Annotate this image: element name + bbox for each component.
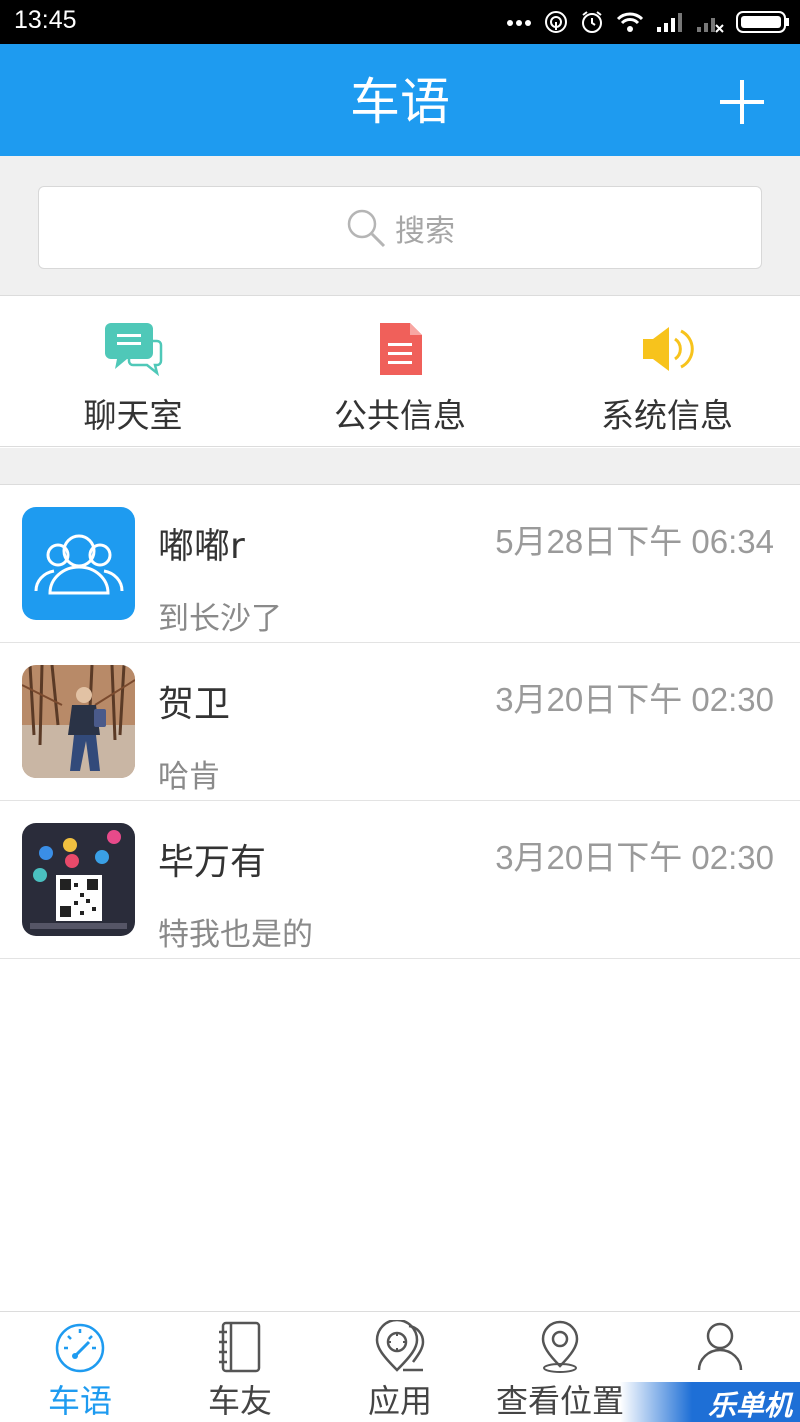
group-avatar bbox=[22, 507, 135, 620]
chat-preview: 特我也是的 bbox=[158, 917, 313, 953]
chat-item[interactable]: 毕万有 3月20日下午 02:30 特我也是的 bbox=[0, 801, 800, 959]
tab-label: 应用 bbox=[367, 1382, 432, 1420]
system-info-label: 系统信息 bbox=[601, 396, 733, 435]
alarm-icon bbox=[582, 11, 602, 33]
status-icons bbox=[506, 8, 790, 36]
chat-item[interactable]: 贺卫 3月20日下午 02:30 哈肯 bbox=[0, 643, 800, 801]
chat-time: 5月28日下午 06:34 bbox=[495, 523, 774, 560]
add-button[interactable] bbox=[718, 78, 766, 126]
map-pin-icon bbox=[541, 1320, 579, 1373]
location-apps-icon bbox=[375, 1320, 425, 1372]
tab-label: 车友 bbox=[207, 1382, 272, 1420]
chat-room-shortcut[interactable]: 聊天室 bbox=[0, 297, 266, 447]
tab-cheyu[interactable]: 车语 bbox=[0, 1312, 160, 1422]
system-info-shortcut[interactable]: 系统信息 bbox=[534, 297, 800, 447]
signal-icon bbox=[657, 13, 682, 32]
chat-name: 贺卫 bbox=[158, 684, 231, 725]
chat-time: 3月20日下午 02:30 bbox=[495, 839, 774, 876]
search-placeholder: 搜索 bbox=[395, 213, 455, 249]
chat-item[interactable]: 嘟嘟r 5月28日下午 06:34 到长沙了 bbox=[0, 485, 800, 643]
app-header: 车语 bbox=[0, 44, 800, 156]
tab-label: 车语 bbox=[47, 1382, 112, 1420]
search-area: 搜索 bbox=[0, 156, 800, 296]
chat-bubble-icon bbox=[105, 323, 163, 377]
chat-time: 3月20日下午 02:30 bbox=[495, 681, 774, 718]
chat-preview: 哈肯 bbox=[158, 759, 220, 795]
search-input[interactable]: 搜索 bbox=[38, 186, 762, 269]
chat-room-label: 聊天室 bbox=[83, 396, 183, 435]
qr-avatar bbox=[22, 823, 135, 936]
battery-icon bbox=[736, 11, 789, 33]
search-icon bbox=[347, 209, 386, 247]
group-icon bbox=[34, 534, 124, 595]
tab-apps[interactable]: 应用 bbox=[320, 1312, 480, 1422]
section-divider bbox=[0, 448, 800, 485]
speaker-icon bbox=[643, 327, 694, 371]
qr-code-image bbox=[22, 823, 135, 936]
wifi-icon bbox=[616, 12, 644, 32]
chat-name: 毕万有 bbox=[158, 842, 267, 883]
photo-avatar bbox=[22, 665, 135, 778]
hotspot-icon bbox=[545, 11, 567, 33]
more-dots-icon bbox=[507, 20, 531, 26]
tab-label: 查看位置 bbox=[495, 1382, 624, 1420]
document-icon bbox=[380, 323, 422, 375]
tab-view-location[interactable]: 查看位置 bbox=[480, 1312, 640, 1422]
chat-preview: 到长沙了 bbox=[158, 601, 282, 637]
watermark-logo: 乐单机 bbox=[620, 1382, 800, 1422]
shortcut-row: 聊天室 公共信息 系统信息 bbox=[0, 297, 800, 447]
chat-list: 嘟嘟r 5月28日下午 06:34 到长沙了 贺卫 3月20日下午 02:30 … bbox=[0, 485, 800, 959]
status-time: 13:45 bbox=[14, 6, 77, 34]
chat-name: 嘟嘟r bbox=[158, 526, 245, 567]
watermark-text: 乐单机 bbox=[707, 1389, 792, 1422]
speedometer-icon bbox=[55, 1323, 105, 1373]
status-bar: 13:45 bbox=[0, 0, 800, 44]
person-photo-image bbox=[22, 665, 135, 778]
public-info-label: 公共信息 bbox=[334, 396, 466, 435]
public-info-shortcut[interactable]: 公共信息 bbox=[267, 297, 533, 447]
signal-none-icon bbox=[697, 18, 724, 33]
notebook-icon bbox=[219, 1321, 261, 1373]
person-icon bbox=[697, 1322, 743, 1371]
page-title: 车语 bbox=[350, 73, 450, 131]
tab-friends[interactable]: 车友 bbox=[160, 1312, 320, 1422]
